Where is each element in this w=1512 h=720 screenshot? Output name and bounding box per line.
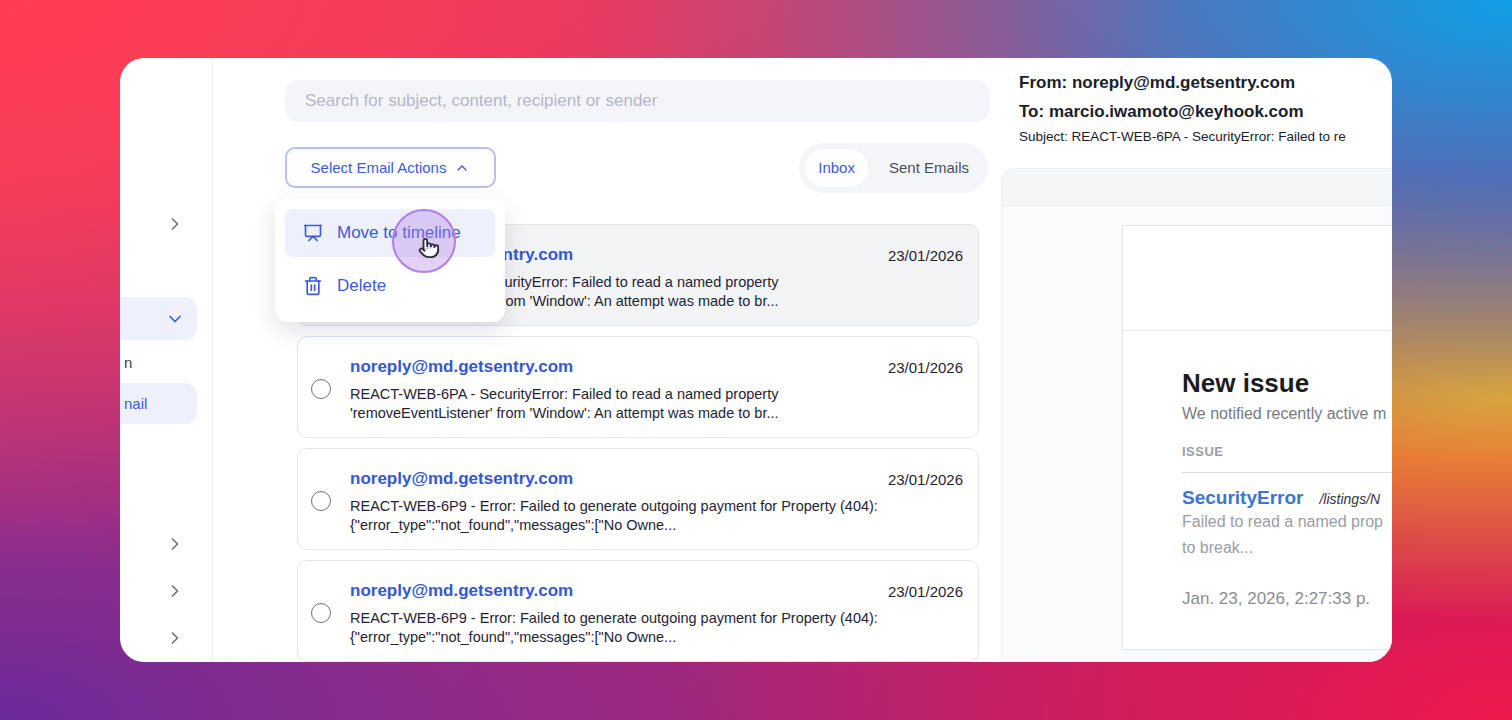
email-card[interactable]: noreply@md.getsentry.com 23/01/2026 REACT-… <box>297 448 979 550</box>
menu-item[interactable]: Move to timeline <box>285 209 495 257</box>
issue-detail: Failed to read a named prop <box>1182 509 1392 535</box>
email-subject-line: REACT-WEB-6PA - SecurityError: Failed to… <box>350 385 963 404</box>
search-input[interactable] <box>285 80 990 122</box>
to-line: To: marcio.iwamoto@keyhook.com <box>1019 97 1392 126</box>
message-toolbar <box>1002 169 1392 206</box>
email-viewer: From: noreply@md.getsentry.comTo: marcio… <box>1001 58 1392 662</box>
email-card[interactable]: noreply@md.getsentry.com 23/01/2026 REACT-… <box>297 560 979 662</box>
chevron-right-icon <box>165 581 185 601</box>
email-subject-line: 'removeEventListener' from 'Window': An … <box>350 404 963 423</box>
email-date: 23/01/2026 <box>888 471 963 488</box>
message-panel: New issue We notified recently active m IS… <box>1001 168 1392 662</box>
mailbox-tab[interactable]: Sent Emails <box>876 149 982 187</box>
desktop: nnail Select Email Actions Move to timelin… <box>0 0 1512 720</box>
issue-timestamp: Jan. 23, 2026, 2:27:33 p. <box>1182 589 1392 609</box>
sidebar-item[interactable]: nail <box>120 383 197 424</box>
email-card[interactable]: noreply@md.getsentry.com 23/01/2026 REACT-… <box>297 336 979 438</box>
email-body: noreply@md.getsentry.com 23/01/2026 REACT-… <box>350 578 963 647</box>
email-subject-line: REACT-WEB-6P9 - Error: Failed to generat… <box>350 497 963 516</box>
email-meta: From: noreply@md.getsentry.comTo: marcio… <box>1001 58 1392 148</box>
select-radio[interactable] <box>311 379 331 399</box>
select-radio[interactable] <box>311 491 331 511</box>
email-date: 23/01/2026 <box>888 583 963 600</box>
message-banner <box>1123 226 1392 331</box>
subject-line: Subject: REACT-WEB-6PA - SecurityError: … <box>1019 126 1392 148</box>
sidebar-item[interactable]: n <box>120 342 197 383</box>
email-header: noreply@md.getsentry.com 23/01/2026 <box>350 578 963 604</box>
actions-menu: Move to timeline Delete <box>275 199 505 322</box>
menu-item[interactable]: Delete <box>285 262 495 310</box>
chevron-right-icon <box>165 534 185 554</box>
email-sender: noreply@md.getsentry.com <box>350 469 573 489</box>
section-label: ISSUE <box>1182 444 1392 473</box>
email-date: 23/01/2026 <box>888 359 963 376</box>
email-actions: Select Email ActionsMove to timelineDele… <box>285 147 496 188</box>
chevron-right-icon <box>165 214 185 234</box>
trash-icon <box>303 276 323 296</box>
email-subject-line: {"error_type":"not_found","messages":["N… <box>350 516 963 535</box>
email-list-panel: Select Email Actions Move to timeline Dele… <box>285 58 990 662</box>
message-content: New issue We notified recently active m IS… <box>1123 331 1392 649</box>
issue-type-link[interactable]: SecurityError <box>1182 487 1303 509</box>
toolbar: Select Email ActionsMove to timelineDele… <box>285 141 990 194</box>
email-actions-button[interactable]: Select Email Actions <box>285 147 496 188</box>
email-subject-line: REACT-WEB-6P9 - Error: Failed to generat… <box>350 609 963 628</box>
from-line: From: noreply@md.getsentry.com <box>1019 68 1392 97</box>
email-sender: noreply@md.getsentry.com <box>350 357 573 377</box>
app-window: nnail Select Email Actions Move to timelin… <box>120 58 1392 662</box>
email-date: 23/01/2026 <box>888 247 963 264</box>
timeline-icon <box>303 223 323 243</box>
sidebar-group[interactable] <box>120 297 197 340</box>
email-body: noreply@md.getsentry.com 23/01/2026 REACT-… <box>350 466 963 535</box>
message-intro: We notified recently active m <box>1182 402 1392 426</box>
sidebar-group[interactable] <box>120 202 197 245</box>
mailbox-tabs: InboxSent Emails <box>799 143 988 193</box>
mailbox-tab[interactable]: Inbox <box>805 149 868 187</box>
email-sender: noreply@md.getsentry.com <box>350 581 573 601</box>
select-radio[interactable] <box>311 603 331 623</box>
sidebar-group[interactable] <box>120 522 197 565</box>
issue-path: /listings/N <box>1319 491 1380 507</box>
cursor-highlight <box>392 209 456 273</box>
issue-detail: to break... <box>1182 535 1392 561</box>
sidebar-group[interactable] <box>120 617 197 660</box>
chevron-right-icon <box>165 628 185 648</box>
email-header: noreply@md.getsentry.com 23/01/2026 <box>350 466 963 492</box>
chevron-down-icon <box>165 309 185 329</box>
email-body: noreply@md.getsentry.com 23/01/2026 REACT-… <box>350 354 963 423</box>
hand-pointer-icon <box>418 237 440 259</box>
email-header: noreply@md.getsentry.com 23/01/2026 <box>350 354 963 380</box>
message-body: New issue We notified recently active m IS… <box>1002 206 1392 661</box>
sidebar-group[interactable] <box>120 570 197 613</box>
chevron-up-icon <box>454 160 470 176</box>
email-subject-line: {"error_type":"not_found","messages":["N… <box>350 628 963 647</box>
issue-row: SecurityError/listings/N <box>1182 487 1392 509</box>
message-title: New issue <box>1182 367 1392 399</box>
message-card: New issue We notified recently active m IS… <box>1122 225 1392 650</box>
sidebar: nnail <box>120 58 213 662</box>
